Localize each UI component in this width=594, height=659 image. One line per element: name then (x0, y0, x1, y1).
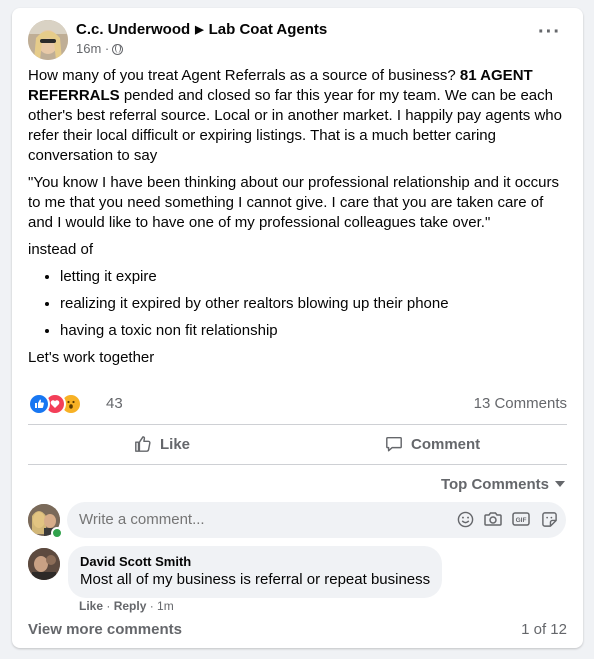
comment-author[interactable]: David Scott Smith (80, 554, 430, 570)
commenter-avatar[interactable] (28, 548, 60, 580)
divider (28, 424, 567, 425)
emoji-icon[interactable] (456, 510, 474, 528)
post-instead: instead of (28, 241, 94, 258)
online-status-dot (51, 527, 63, 539)
group-name[interactable]: Lab Coat Agents (209, 21, 328, 38)
post-card: C.c. Underwood ▶ Lab Coat Agents 16m · ···… (12, 8, 583, 648)
camera-icon[interactable] (484, 510, 502, 528)
comment-icon (386, 436, 402, 452)
comment-bubble: David Scott Smith Most all of my busines… (68, 546, 443, 598)
gif-icon[interactable]: GIF (512, 510, 530, 528)
post-meta: 16m · (76, 41, 124, 56)
svg-text:GIF: GIF (516, 517, 527, 524)
comment-reply-link[interactable]: Reply (114, 599, 147, 613)
sort-label: Top Comments (440, 476, 549, 493)
post-quote: "You know I have been thinking about our… (28, 174, 559, 231)
list-item: letting it expire (60, 267, 568, 287)
top-comments-sort[interactable]: Top Comments (441, 476, 565, 493)
post-closing: Let's work together (28, 349, 155, 366)
comment-input[interactable] (79, 502, 439, 538)
comment-actions: Like · Reply · 1m (79, 599, 174, 613)
post-paragraph: How many of you treat Agent Referrals as… (28, 66, 568, 166)
comment-composer[interactable]: GIF (67, 502, 566, 538)
author-name[interactable]: C.c. Underwood (76, 21, 190, 38)
caret-down-icon (555, 481, 565, 487)
arrow-right-icon: ▶ (195, 24, 204, 36)
separator: · (146, 599, 158, 613)
sticker-icon[interactable] (540, 510, 558, 528)
list-item: realizing it expired by other realtors b… (60, 294, 568, 314)
like-label: Like (160, 435, 191, 453)
more-options-icon[interactable]: ··· (538, 22, 561, 42)
thumbs-up-icon (135, 436, 151, 452)
comment-text: Most all of my business is referral or r… (80, 571, 431, 588)
comment-count[interactable]: 13 Comments (474, 395, 567, 412)
comments-pager: 1 of 12 (521, 621, 567, 638)
comment-button[interactable]: Comment (385, 429, 480, 459)
author-avatar[interactable] (28, 20, 68, 60)
post-time[interactable]: 16m (76, 41, 101, 56)
divider (28, 464, 567, 465)
comment-like-link[interactable]: Like (79, 599, 103, 613)
reaction-count[interactable]: 43 (106, 395, 123, 412)
composer-tools: GIF (456, 510, 558, 528)
list-item: having a toxic non fit relationship (60, 321, 568, 341)
post-header: C.c. Underwood ▶ Lab Coat Agents (76, 21, 327, 38)
post-text: How many of you treat Agent Referrals as… (28, 67, 460, 84)
like-button[interactable]: Like (134, 429, 190, 459)
post-body: How many of you treat Agent Referrals as… (28, 66, 568, 375)
separator: · (103, 599, 114, 613)
comment-time[interactable]: 1m (157, 599, 174, 613)
globe-icon (112, 44, 124, 55)
post-bullet-list: letting it expire realizing it expired b… (28, 267, 568, 341)
like-reaction-icon (28, 393, 50, 415)
comment-label: Comment (411, 435, 481, 453)
view-more-comments-link[interactable]: View more comments (28, 621, 182, 638)
